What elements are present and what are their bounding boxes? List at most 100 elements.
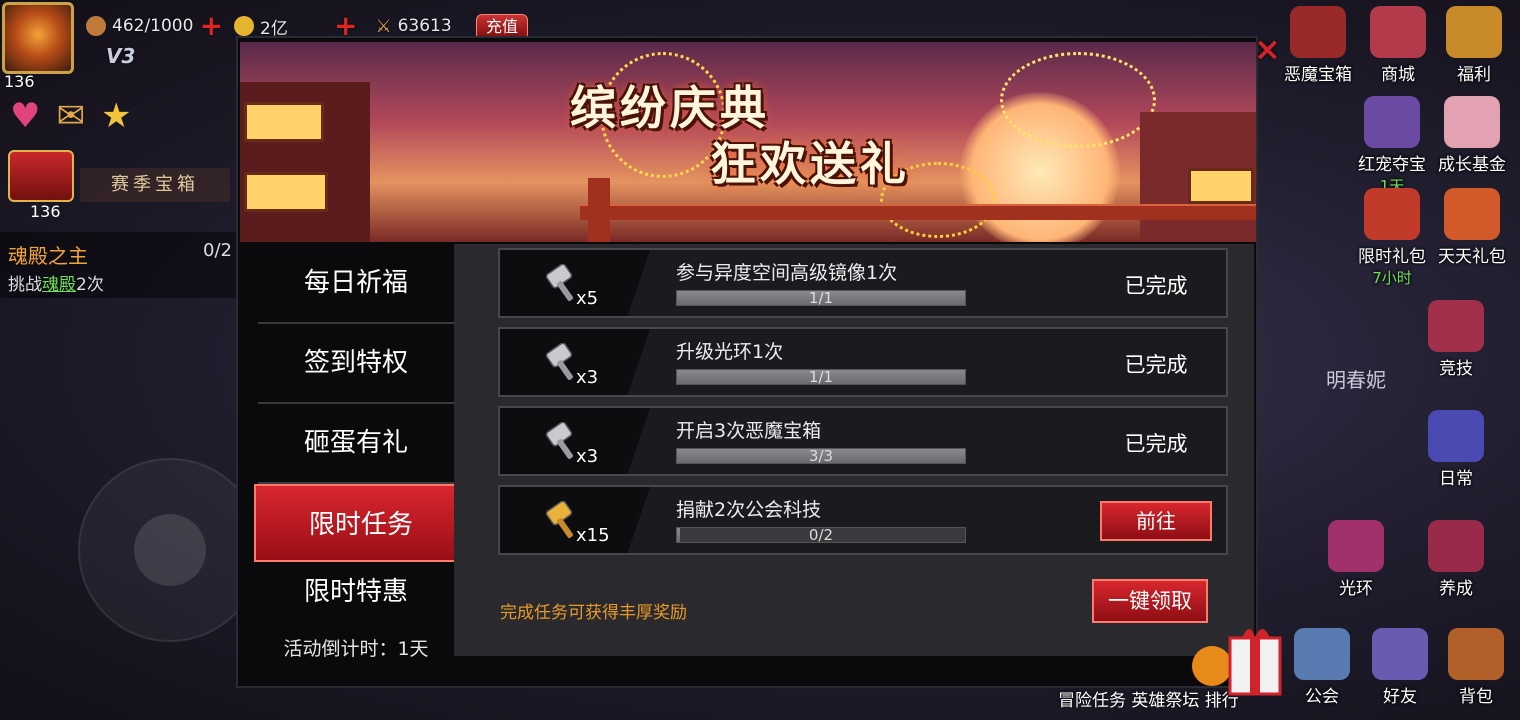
menu-item-label: 光环	[1339, 579, 1373, 599]
menu-item-icon	[1448, 628, 1504, 680]
menu-item[interactable]: 限时礼包 7小时	[1352, 188, 1432, 288]
railing-post	[588, 178, 610, 242]
npc-name: 明春妮	[1326, 368, 1386, 392]
menu-item[interactable]: 日常	[1416, 410, 1496, 489]
player-avatar[interactable]	[2, 2, 74, 74]
menu-item-label: 日常	[1439, 469, 1473, 489]
task-status: 已完成	[1124, 432, 1188, 456]
task-status: 已完成	[1124, 274, 1188, 298]
menu-item[interactable]: 养成	[1416, 520, 1496, 599]
menu-item-label: 福利	[1457, 65, 1491, 85]
menu-item-label: 限时礼包	[1358, 247, 1426, 267]
menu-item-label: 公会	[1305, 687, 1339, 707]
lantern-window	[244, 102, 324, 142]
season-chest-icon	[8, 150, 74, 202]
menu-item[interactable]: 背包	[1436, 628, 1516, 707]
task-status: 已完成	[1124, 353, 1188, 377]
footer-tip: 完成任务可获得丰厚奖励	[500, 603, 687, 623]
goto-button[interactable]: 前往	[1100, 501, 1212, 541]
menu-item-icon	[1428, 300, 1484, 352]
task-progress-bar: 1/1	[676, 290, 966, 306]
power-value: 63613	[397, 16, 452, 36]
menu-item-label: 天天礼包	[1438, 247, 1506, 267]
quest-title: 魂殿之主	[8, 244, 88, 268]
drumstick-icon	[86, 16, 106, 36]
menu-item[interactable]: 好友	[1360, 628, 1440, 707]
virtual-joystick[interactable]	[78, 458, 262, 642]
menu-item[interactable]: 商城	[1358, 6, 1438, 85]
season-chest-panel[interactable]: 赛季宝箱 136	[0, 150, 236, 221]
menu-item[interactable]: 红宠夺宝 1天	[1352, 96, 1432, 196]
menu-item[interactable]: 天天礼包	[1432, 188, 1512, 267]
task-name: 开启3次恶魔宝箱	[676, 420, 822, 442]
vip-badge[interactable]: V3	[106, 44, 135, 68]
power-display: + ⚔ 63613	[334, 12, 452, 40]
sidebar-tab[interactable]: 签到特权	[258, 324, 454, 404]
season-chest-label: 赛季宝箱	[80, 168, 230, 202]
menu-item-icon	[1372, 628, 1428, 680]
reward-count: x3	[576, 446, 599, 467]
add-stamina-icon[interactable]: +	[199, 12, 222, 40]
menu-item-icon	[1446, 6, 1502, 58]
menu-item-label: 商城	[1381, 65, 1415, 85]
menu-item-label: 成长基金	[1438, 155, 1506, 175]
player-level: 136	[4, 72, 35, 91]
event-banner: 缤纷庆典 狂欢送礼	[240, 42, 1256, 242]
menu-item[interactable]: 竞技	[1416, 300, 1496, 379]
close-icon[interactable]: ×	[1254, 30, 1281, 68]
quest-tracker[interactable]: 魂殿之主 0/2 挑战魂殿2次	[0, 232, 236, 298]
menu-item-label: 养成	[1439, 579, 1473, 599]
menu-item-icon	[1444, 96, 1500, 148]
reward-count: x5	[576, 288, 599, 309]
menu-item[interactable]: 恶魔宝箱	[1278, 6, 1358, 85]
menu-item-label: 竞技	[1439, 359, 1473, 379]
menu-item-icon	[1428, 410, 1484, 462]
menu-item-icon	[1370, 6, 1426, 58]
menu-item-icon	[1294, 628, 1350, 680]
progress-text: 1/1	[808, 368, 834, 386]
task-name: 参与异度空间高级镜像1次	[676, 262, 898, 284]
quest-target-link[interactable]: 魂殿	[42, 275, 76, 295]
menu-item-icon	[1364, 96, 1420, 148]
add-gold-icon[interactable]: +	[334, 12, 357, 40]
menu-item-icon	[1290, 6, 1346, 58]
menu-item[interactable]: 公会	[1282, 628, 1362, 707]
gold-display: 2亿	[234, 14, 288, 39]
heart-icon[interactable]: ♥	[10, 96, 40, 136]
sidebar-tab[interactable]: 每日祈福	[258, 244, 454, 324]
firework-decoration	[1000, 52, 1156, 148]
gold-value: 2亿	[260, 18, 288, 39]
task-row: x3 升级光环1次 1/1 已完成	[498, 327, 1228, 397]
task-row: x3 开启3次恶魔宝箱 3/3 已完成	[498, 406, 1228, 476]
task-name: 捐献2次公会科技	[676, 499, 822, 521]
menu-item-icon	[1428, 520, 1484, 572]
task-row: x15 捐献2次公会科技 0/2 前往	[498, 485, 1228, 555]
menu-item[interactable]: 福利	[1434, 6, 1514, 85]
stamina-display: 462/1000 +	[86, 12, 223, 40]
sidebar-tab[interactable]: 限时特惠	[258, 562, 454, 618]
gold-coin-icon	[234, 16, 254, 36]
activity-modal: 缤纷庆典 狂欢送礼 每日祈福 签到特权 砸蛋有礼 限时任务 限时特惠 活动倒计时：1天 …	[236, 36, 1258, 688]
progress-text: 0/2	[808, 526, 834, 544]
task-progress-bar: 0/2	[676, 527, 966, 543]
sidebar-tab[interactable]: 砸蛋有礼	[258, 404, 454, 484]
claim-all-button[interactable]: 一键领取	[1092, 579, 1208, 623]
gift-box-icon[interactable]	[1190, 620, 1286, 700]
menu-item[interactable]: 光环	[1316, 520, 1396, 599]
lantern-window	[244, 172, 328, 212]
menu-item-timer: 7小时	[1372, 269, 1412, 287]
progress-text: 3/3	[808, 447, 834, 465]
railing-decoration	[580, 204, 1256, 220]
menu-item-icon	[1328, 520, 1384, 572]
star-icon[interactable]: ★	[101, 96, 131, 136]
task-progress-bar: 1/1	[676, 369, 966, 385]
activity-sidebar: 每日祈福 签到特权 砸蛋有礼 限时任务 限时特惠	[254, 244, 484, 618]
sidebar-tab[interactable]: 限时任务	[254, 484, 484, 562]
quest-progress: 0/2	[203, 240, 232, 261]
lantern-window	[1188, 168, 1254, 204]
menu-item-label: 背包	[1459, 687, 1493, 707]
menu-item[interactable]: 成长基金	[1432, 96, 1512, 175]
task-progress-bar: 3/3	[676, 448, 966, 464]
mail-icon[interactable]: ✉	[56, 96, 85, 136]
task-row: x5 参与异度空间高级镜像1次 1/1 已完成	[498, 248, 1228, 318]
